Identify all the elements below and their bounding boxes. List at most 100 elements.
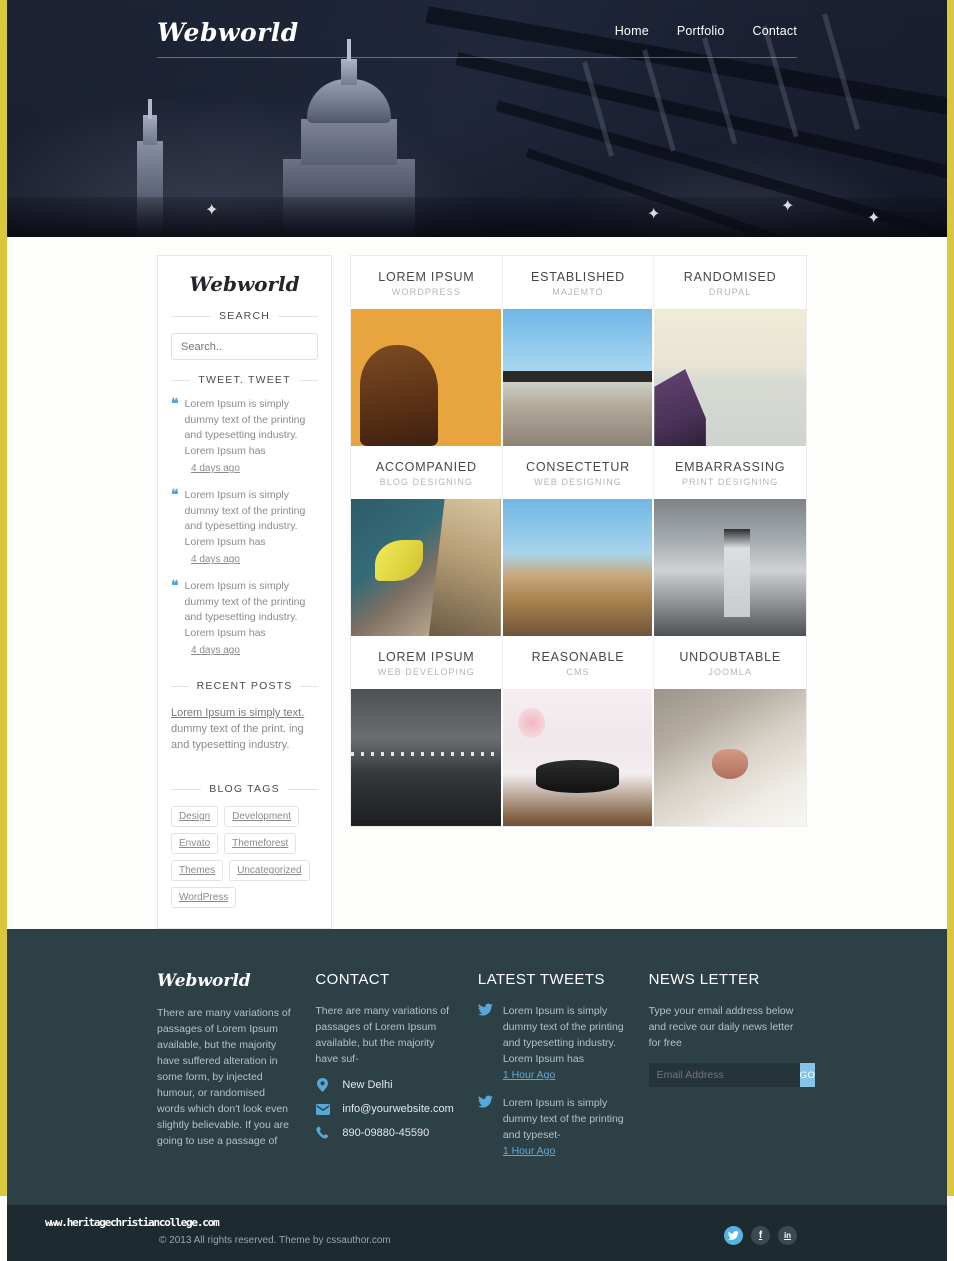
- portfolio-caption-row: LOREM IPSUM WORDPRESS ESTABLISHED MAJEMT…: [351, 256, 806, 309]
- footer-about-column: Webworld There are many variations of pa…: [157, 971, 291, 1171]
- search-heading: SEARCH: [171, 310, 318, 322]
- portfolio-caption[interactable]: LOREM IPSUM WORDPRESS: [351, 256, 503, 309]
- facebook-glyph: f: [758, 1230, 763, 1241]
- portfolio-thumbnail-boat-frozen-lake-photo[interactable]: [654, 309, 806, 446]
- nav-item-contact[interactable]: Contact: [753, 24, 797, 38]
- portfolio-title: UNDOUBTABLE: [679, 650, 781, 664]
- portfolio-grid: LOREM IPSUM WORDPRESS ESTABLISHED MAJEMT…: [350, 255, 807, 827]
- blog-tag[interactable]: WordPress: [171, 887, 237, 908]
- portfolio-subtitle: JOOMLA: [708, 667, 752, 677]
- portfolio-thumbnail-cat-nose-photo[interactable]: [654, 689, 806, 826]
- star-icon: ✦: [647, 206, 661, 223]
- header-divider: [157, 57, 797, 58]
- city-skyline: [7, 197, 947, 237]
- facebook-icon[interactable]: f: [751, 1226, 770, 1245]
- portfolio-subtitle: MAJEMTO: [552, 287, 604, 297]
- footer-address: New Delhi: [342, 1079, 393, 1091]
- linkedin-glyph: in: [783, 1231, 792, 1240]
- portfolio-thumbnail-turntable-needle-photo[interactable]: [502, 689, 655, 826]
- blog-tag-list: Design Development Envato Themeforest Th…: [171, 806, 318, 908]
- nav-item-portfolio[interactable]: Portfolio: [677, 24, 725, 38]
- bottom-bar: www.heritagechristiancollege.com © 2013 …: [7, 1205, 947, 1261]
- blog-tag[interactable]: Themeforest: [224, 833, 297, 854]
- search-input[interactable]: [171, 333, 319, 360]
- footer-about-text: There are many variations of passages of…: [157, 1007, 291, 1147]
- quote-icon: ❝: [171, 487, 179, 503]
- newsletter-form: GO: [648, 1063, 816, 1087]
- portfolio-caption[interactable]: CONSECTETUR WEB DESIGNING: [502, 446, 655, 499]
- portfolio-title: ACCOMPANIED: [375, 460, 477, 474]
- cathedral-tower-spire: [148, 99, 152, 119]
- main-navigation: Home Portfolio Contact: [615, 24, 797, 38]
- portfolio-caption[interactable]: RANDOMISED DRUPAL: [654, 256, 806, 309]
- tweet-timestamp[interactable]: 4 days ago: [191, 554, 318, 565]
- portfolio-subtitle: PRINT DESIGNING: [681, 477, 779, 487]
- footer-tweet-text: Lorem Ipsum is simply dummy text of the …: [502, 1005, 624, 1065]
- footer-tweet-time[interactable]: 1 Hour Ago: [503, 1145, 625, 1157]
- portfolio-caption[interactable]: ESTABLISHED MAJEMTO: [502, 256, 655, 309]
- portfolio-title: LOREM IPSUM: [378, 650, 475, 664]
- portfolio-title: RANDOMISED: [683, 270, 777, 284]
- quote-icon: ❝: [171, 578, 179, 594]
- footer-newsletter-column: NEWS LETTER Type your email address belo…: [648, 971, 816, 1171]
- portfolio-caption[interactable]: EMBARRASSING PRINT DESIGNING: [654, 446, 806, 499]
- quote-icon: ❝: [171, 396, 179, 412]
- portfolio-subtitle: CMS: [566, 667, 590, 677]
- recent-posts-heading: RECENT POSTS: [171, 680, 318, 692]
- portfolio-subtitle: WORDPRESS: [391, 287, 461, 297]
- portfolio-image-row: [351, 499, 806, 636]
- footer-tweet-item: Lorem Ipsum is simply dummy text of the …: [477, 1095, 625, 1157]
- tweet-text: Lorem Ipsum is simply dummy text of the …: [184, 489, 306, 548]
- blog-tag[interactable]: Development: [224, 806, 300, 827]
- twitter-icon[interactable]: [724, 1226, 743, 1245]
- portfolio-title: REASONABLE: [531, 650, 625, 664]
- footer-tweets-heading: LATEST TWEETS: [477, 971, 605, 988]
- portfolio-thumbnail-lighthouse-bw-photo[interactable]: [654, 499, 806, 636]
- portfolio-thumbnail-beach-blue-sky-photo[interactable]: [502, 309, 655, 446]
- tweet-timestamp[interactable]: 4 days ago: [191, 645, 318, 656]
- footer-tweet-item: Lorem Ipsum is simply dummy text of the …: [477, 1003, 625, 1081]
- portfolio-subtitle: BLOG DESIGNING: [379, 477, 474, 487]
- portfolio-caption[interactable]: REASONABLE CMS: [502, 636, 655, 689]
- portfolio-thumbnail-desert-badlands-photo[interactable]: [502, 499, 655, 636]
- footer-email[interactable]: info@yourwebsite.com: [342, 1103, 453, 1115]
- footer-tweet-text: Lorem Ipsum is simply dummy text of the …: [502, 1097, 624, 1141]
- portfolio-title: EMBARRASSING: [674, 460, 786, 474]
- portfolio-title: ESTABLISHED: [531, 270, 626, 284]
- location-pin-icon: [315, 1078, 330, 1092]
- portfolio-caption[interactable]: ACCOMPANIED BLOG DESIGNING: [351, 446, 503, 499]
- portfolio-caption[interactable]: LOREM IPSUM WEB DEVELOPING: [351, 636, 503, 689]
- footer-contact-column: CONTACT There are many variations of pas…: [315, 971, 454, 1171]
- tweet-text: Lorem Ipsum is simply dummy text of the …: [184, 398, 306, 457]
- portfolio-thumbnail-sunset-girl-field-photo[interactable]: [351, 309, 503, 446]
- hero-banner: ✦ ✦ ✦ ✦ Webworld Home Portfolio Contact: [7, 0, 947, 237]
- recent-post-text: dummy text of the print. ing and typeset…: [171, 723, 304, 751]
- portfolio-thumbnail-yellow-leaves-cliff-photo[interactable]: [351, 499, 503, 636]
- site-logo[interactable]: Webworld: [157, 0, 299, 47]
- tweet-timestamp[interactable]: 4 days ago: [191, 463, 318, 474]
- twitter-bird-icon: [477, 1003, 493, 1081]
- star-icon: ✦: [205, 202, 219, 219]
- blog-tag[interactable]: Envato: [171, 833, 219, 854]
- footer-logo[interactable]: Webworld: [157, 971, 291, 991]
- portfolio-caption[interactable]: UNDOUBTABLE JOOMLA: [654, 636, 806, 689]
- watermark-text: www.heritagechristiancollege.com: [45, 1216, 220, 1229]
- newsletter-email-input[interactable]: [648, 1063, 800, 1087]
- envelope-icon: [315, 1103, 330, 1115]
- phone-icon: [315, 1126, 330, 1139]
- star-icon: ✦: [781, 198, 795, 215]
- portfolio-title: CONSECTETUR: [526, 460, 630, 474]
- blog-tag[interactable]: Uncategorized: [229, 860, 310, 881]
- nav-item-home[interactable]: Home: [615, 24, 649, 38]
- portfolio-thumbnail-brooklyn-bridge-night-photo[interactable]: [351, 689, 503, 826]
- portfolio-subtitle: WEB DESIGNING: [534, 477, 622, 487]
- sidebar-logo[interactable]: Webworld: [171, 272, 318, 296]
- blog-tag[interactable]: Themes: [171, 860, 224, 881]
- linkedin-icon[interactable]: in: [778, 1226, 797, 1245]
- recent-post-link[interactable]: Lorem Ipsum is simply text.: [171, 707, 304, 719]
- footer-tweet-time[interactable]: 1 Hour Ago: [503, 1069, 625, 1081]
- sidebar: Webworld SEARCH TWEET. TWEET ❝ Lorem Ips…: [157, 255, 333, 929]
- newsletter-submit-button[interactable]: GO: [799, 1063, 816, 1087]
- blog-tag[interactable]: Design: [171, 806, 219, 827]
- newsletter-heading: NEWS LETTER: [648, 971, 760, 988]
